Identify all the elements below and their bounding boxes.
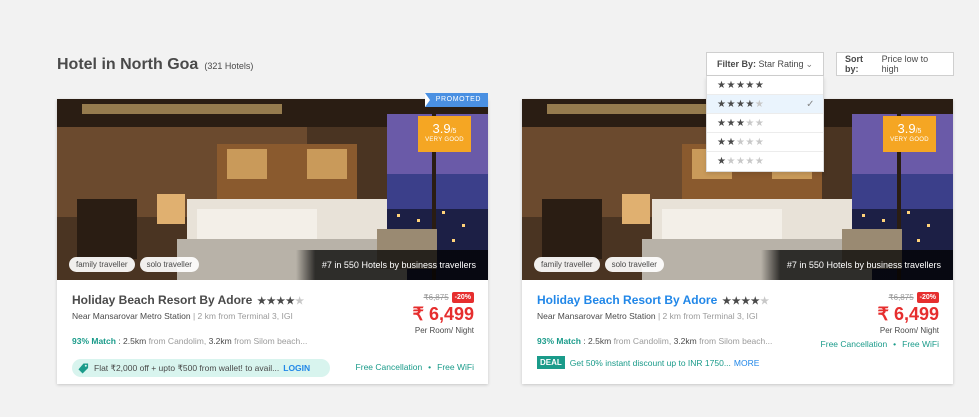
hotel-name[interactable]: Holiday Beach Resort By Adore ★★★★★ (537, 293, 770, 307)
rating-badge: 3.9/5 VERY GOOD (883, 116, 936, 152)
price-unit: Per Room/ Night (879, 326, 939, 335)
sort-label: Sort by: (845, 54, 863, 74)
tag-icon (78, 362, 89, 374)
rank-banner: #7 in 550 Hotels by business travellers (295, 250, 488, 280)
rating-max: /5 (450, 128, 457, 135)
deal-banner[interactable]: DEAL Get 50% instant discount up to INR … (537, 356, 759, 369)
hotel-card[interactable]: PROMOTED 3.9/5 VERY GOOD family travelle… (57, 93, 488, 384)
chevron-down-icon: ⌄ (805, 58, 813, 69)
traveller-tags: family traveller solo traveller (69, 257, 199, 272)
hotel-location: Near Mansarovar Metro Station | 2 km fro… (537, 311, 758, 321)
amenity-free-wifi: Free WiFi (437, 362, 474, 372)
hotel-count: (321 Hotels) (204, 61, 254, 71)
hotel-location: Near Mansarovar Metro Station | 2 km fro… (72, 311, 293, 321)
filter-option-5-star[interactable]: ★★★★★ (707, 76, 823, 95)
original-price: ₹6,875 (888, 293, 914, 302)
filter-dropdown: ★★★★★ ★★★★★ ✓ ★★★★★ ★★★★★ ★★★★★ (706, 76, 824, 172)
traveller-tags: family traveller solo traveller (534, 257, 664, 272)
page-title: Hotel in North Goa (57, 56, 199, 73)
star-icons: ★★★★★ (717, 156, 765, 167)
rating-label: VERY GOOD (890, 137, 929, 143)
login-link[interactable]: LOGIN (283, 363, 310, 373)
bullet-icon: • (893, 339, 897, 349)
hotel-info: Holiday Beach Resort By Adore ★★★★★ Near … (522, 280, 953, 384)
traveller-tag: solo traveller (139, 257, 199, 272)
hotel-star-rating: ★★★★★ (722, 296, 770, 307)
rating-badge: 3.9/5 VERY GOOD (418, 116, 471, 152)
sort-button[interactable]: Sort by: Price low to high (836, 52, 954, 76)
amenity-free-cancellation: Free Cancellation (355, 362, 423, 372)
original-price: ₹6,875 (423, 293, 449, 302)
rating-label: VERY GOOD (425, 137, 464, 143)
filter-value: Star Rating (758, 59, 804, 69)
hotel-name[interactable]: Holiday Beach Resort By Adore ★★★★★ (72, 293, 305, 307)
price-box: ₹6,875 -20% ₹ 6,499 Per Room/ Night (877, 292, 940, 335)
price-box: ₹6,875 -20% ₹ 6,499 Per Room/ Night (412, 292, 475, 335)
filter-option-3-star[interactable]: ★★★★★ (707, 114, 823, 133)
page-header: Hotel in North Goa (321 Hotels) (57, 56, 253, 74)
more-link[interactable]: MORE (734, 358, 760, 368)
filter-option-2-star[interactable]: ★★★★★ (707, 133, 823, 152)
amenity-free-cancellation: Free Cancellation (820, 339, 888, 349)
rating-value: 3.9 (897, 121, 916, 136)
price: ₹ 6,499 (877, 304, 940, 324)
offer-text: Flat ₹2,000 off + upto ₹500 from wallet!… (94, 362, 280, 373)
star-rating-filter: Filter By: Star Rating ⌄ ★★★★★ ★★★★★ ✓ ★★… (706, 52, 824, 172)
rating-value: 3.9 (432, 121, 451, 136)
amenity-free-wifi: Free WiFi (902, 339, 939, 349)
match-info: 93% Match : 2.5km from Candolim, 3.2km f… (537, 336, 773, 346)
star-icons: ★★★★★ (717, 79, 765, 91)
traveller-tag: family traveller (69, 257, 135, 272)
rank-banner: #7 in 550 Hotels by business travellers (760, 250, 953, 280)
offer-banner[interactable]: Flat ₹2,000 off + upto ₹500 from wallet!… (72, 359, 330, 377)
star-icons: ★★★★★ (717, 117, 765, 129)
deal-text: Get 50% instant discount up to INR 1750.… (569, 357, 731, 368)
traveller-tag: family traveller (534, 257, 600, 272)
bullet-icon: • (428, 362, 432, 372)
star-icons: ★★★★★ (717, 136, 765, 148)
discount-badge: -20% (451, 292, 474, 303)
hotel-star-rating: ★★★★★ (257, 296, 305, 307)
amenities: Free Cancellation • Free WiFi (356, 362, 474, 372)
check-icon: ✓ (806, 98, 815, 110)
amenities: Free Cancellation • Free WiFi (821, 339, 939, 349)
filter-label: Filter By: (717, 59, 757, 69)
promoted-badge: PROMOTED (424, 93, 488, 107)
traveller-tag: solo traveller (604, 257, 664, 272)
match-info: 93% Match : 2.5km from Candolim, 3.2km f… (72, 336, 308, 346)
discount-badge: -20% (916, 292, 939, 303)
star-icons: ★★★★★ (717, 98, 765, 110)
sort-value: Price low to high (881, 54, 929, 74)
price: ₹ 6,499 (412, 304, 475, 324)
deal-badge: DEAL (537, 356, 565, 369)
filter-option-4-star[interactable]: ★★★★★ ✓ (707, 95, 823, 114)
filter-button[interactable]: Filter By: Star Rating ⌄ (706, 52, 824, 76)
rating-max: /5 (915, 128, 922, 135)
filter-option-1-star[interactable]: ★★★★★ (707, 152, 823, 171)
hotel-info: Holiday Beach Resort By Adore ★★★★★ Near … (57, 280, 488, 384)
price-unit: Per Room/ Night (414, 326, 474, 335)
